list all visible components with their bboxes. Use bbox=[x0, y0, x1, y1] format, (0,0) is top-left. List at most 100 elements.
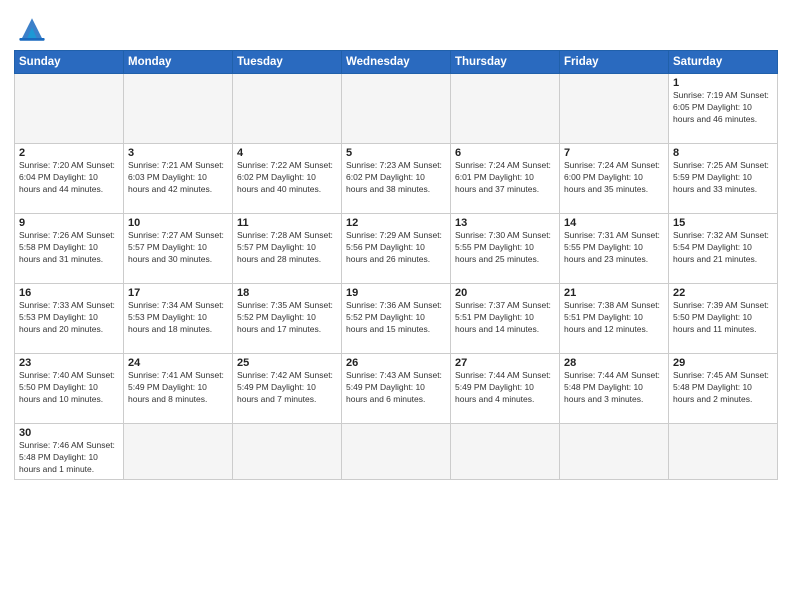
day-info: Sunrise: 7:22 AM Sunset: 6:02 PM Dayligh… bbox=[237, 160, 337, 196]
day-number: 17 bbox=[128, 287, 228, 299]
calendar-cell: 2Sunrise: 7:20 AM Sunset: 6:04 PM Daylig… bbox=[15, 144, 124, 214]
day-number: 1 bbox=[673, 77, 773, 89]
day-info: Sunrise: 7:45 AM Sunset: 5:48 PM Dayligh… bbox=[673, 370, 773, 406]
day-number: 6 bbox=[455, 147, 555, 159]
day-number: 16 bbox=[19, 287, 119, 299]
day-info: Sunrise: 7:24 AM Sunset: 6:00 PM Dayligh… bbox=[564, 160, 664, 196]
calendar-cell bbox=[560, 74, 669, 144]
day-number: 18 bbox=[237, 287, 337, 299]
day-number: 9 bbox=[19, 217, 119, 229]
calendar-cell: 12Sunrise: 7:29 AM Sunset: 5:56 PM Dayli… bbox=[342, 214, 451, 284]
weekday-row: Sunday Monday Tuesday Wednesday Thursday… bbox=[15, 51, 778, 74]
day-number: 4 bbox=[237, 147, 337, 159]
day-info: Sunrise: 7:44 AM Sunset: 5:49 PM Dayligh… bbox=[455, 370, 555, 406]
col-wednesday: Wednesday bbox=[342, 51, 451, 74]
day-number: 15 bbox=[673, 217, 773, 229]
calendar-cell: 22Sunrise: 7:39 AM Sunset: 5:50 PM Dayli… bbox=[669, 284, 778, 354]
day-info: Sunrise: 7:39 AM Sunset: 5:50 PM Dayligh… bbox=[673, 300, 773, 336]
calendar-cell: 8Sunrise: 7:25 AM Sunset: 5:59 PM Daylig… bbox=[669, 144, 778, 214]
day-number: 10 bbox=[128, 217, 228, 229]
day-info: Sunrise: 7:31 AM Sunset: 5:55 PM Dayligh… bbox=[564, 230, 664, 266]
day-number: 23 bbox=[19, 357, 119, 369]
day-info: Sunrise: 7:40 AM Sunset: 5:50 PM Dayligh… bbox=[19, 370, 119, 406]
day-info: Sunrise: 7:23 AM Sunset: 6:02 PM Dayligh… bbox=[346, 160, 446, 196]
calendar-cell bbox=[233, 74, 342, 144]
calendar-cell: 16Sunrise: 7:33 AM Sunset: 5:53 PM Dayli… bbox=[15, 284, 124, 354]
calendar: Sunday Monday Tuesday Wednesday Thursday… bbox=[14, 50, 778, 480]
day-info: Sunrise: 7:38 AM Sunset: 5:51 PM Dayligh… bbox=[564, 300, 664, 336]
col-monday: Monday bbox=[124, 51, 233, 74]
calendar-cell: 14Sunrise: 7:31 AM Sunset: 5:55 PM Dayli… bbox=[560, 214, 669, 284]
day-number: 13 bbox=[455, 217, 555, 229]
calendar-cell: 13Sunrise: 7:30 AM Sunset: 5:55 PM Dayli… bbox=[451, 214, 560, 284]
calendar-cell: 4Sunrise: 7:22 AM Sunset: 6:02 PM Daylig… bbox=[233, 144, 342, 214]
calendar-cell bbox=[124, 424, 233, 480]
day-info: Sunrise: 7:46 AM Sunset: 5:48 PM Dayligh… bbox=[19, 440, 119, 476]
calendar-cell bbox=[342, 424, 451, 480]
col-saturday: Saturday bbox=[669, 51, 778, 74]
day-info: Sunrise: 7:21 AM Sunset: 6:03 PM Dayligh… bbox=[128, 160, 228, 196]
page: Sunday Monday Tuesday Wednesday Thursday… bbox=[0, 0, 792, 612]
calendar-cell: 5Sunrise: 7:23 AM Sunset: 6:02 PM Daylig… bbox=[342, 144, 451, 214]
day-number: 25 bbox=[237, 357, 337, 369]
day-number: 21 bbox=[564, 287, 664, 299]
calendar-cell bbox=[15, 74, 124, 144]
col-sunday: Sunday bbox=[15, 51, 124, 74]
calendar-cell bbox=[451, 424, 560, 480]
day-number: 24 bbox=[128, 357, 228, 369]
header bbox=[14, 10, 778, 44]
day-info: Sunrise: 7:30 AM Sunset: 5:55 PM Dayligh… bbox=[455, 230, 555, 266]
day-info: Sunrise: 7:29 AM Sunset: 5:56 PM Dayligh… bbox=[346, 230, 446, 266]
day-info: Sunrise: 7:25 AM Sunset: 5:59 PM Dayligh… bbox=[673, 160, 773, 196]
calendar-cell: 27Sunrise: 7:44 AM Sunset: 5:49 PM Dayli… bbox=[451, 354, 560, 424]
calendar-cell: 15Sunrise: 7:32 AM Sunset: 5:54 PM Dayli… bbox=[669, 214, 778, 284]
day-info: Sunrise: 7:32 AM Sunset: 5:54 PM Dayligh… bbox=[673, 230, 773, 266]
calendar-cell: 23Sunrise: 7:40 AM Sunset: 5:50 PM Dayli… bbox=[15, 354, 124, 424]
day-number: 26 bbox=[346, 357, 446, 369]
day-info: Sunrise: 7:20 AM Sunset: 6:04 PM Dayligh… bbox=[19, 160, 119, 196]
day-number: 20 bbox=[455, 287, 555, 299]
day-number: 2 bbox=[19, 147, 119, 159]
calendar-cell: 10Sunrise: 7:27 AM Sunset: 5:57 PM Dayli… bbox=[124, 214, 233, 284]
day-number: 14 bbox=[564, 217, 664, 229]
day-info: Sunrise: 7:35 AM Sunset: 5:52 PM Dayligh… bbox=[237, 300, 337, 336]
calendar-body: 1Sunrise: 7:19 AM Sunset: 6:05 PM Daylig… bbox=[15, 74, 778, 480]
day-info: Sunrise: 7:33 AM Sunset: 5:53 PM Dayligh… bbox=[19, 300, 119, 336]
day-number: 27 bbox=[455, 357, 555, 369]
day-info: Sunrise: 7:34 AM Sunset: 5:53 PM Dayligh… bbox=[128, 300, 228, 336]
calendar-cell bbox=[233, 424, 342, 480]
calendar-cell: 24Sunrise: 7:41 AM Sunset: 5:49 PM Dayli… bbox=[124, 354, 233, 424]
day-number: 28 bbox=[564, 357, 664, 369]
calendar-cell: 25Sunrise: 7:42 AM Sunset: 5:49 PM Dayli… bbox=[233, 354, 342, 424]
day-number: 19 bbox=[346, 287, 446, 299]
day-info: Sunrise: 7:44 AM Sunset: 5:48 PM Dayligh… bbox=[564, 370, 664, 406]
day-number: 5 bbox=[346, 147, 446, 159]
day-number: 11 bbox=[237, 217, 337, 229]
calendar-cell bbox=[342, 74, 451, 144]
day-number: 12 bbox=[346, 217, 446, 229]
day-number: 22 bbox=[673, 287, 773, 299]
calendar-cell: 30Sunrise: 7:46 AM Sunset: 5:48 PM Dayli… bbox=[15, 424, 124, 480]
day-info: Sunrise: 7:19 AM Sunset: 6:05 PM Dayligh… bbox=[673, 90, 773, 126]
day-info: Sunrise: 7:26 AM Sunset: 5:58 PM Dayligh… bbox=[19, 230, 119, 266]
calendar-cell: 17Sunrise: 7:34 AM Sunset: 5:53 PM Dayli… bbox=[124, 284, 233, 354]
day-number: 8 bbox=[673, 147, 773, 159]
calendar-cell: 3Sunrise: 7:21 AM Sunset: 6:03 PM Daylig… bbox=[124, 144, 233, 214]
calendar-cell: 20Sunrise: 7:37 AM Sunset: 5:51 PM Dayli… bbox=[451, 284, 560, 354]
calendar-cell bbox=[560, 424, 669, 480]
col-thursday: Thursday bbox=[451, 51, 560, 74]
calendar-cell: 7Sunrise: 7:24 AM Sunset: 6:00 PM Daylig… bbox=[560, 144, 669, 214]
col-friday: Friday bbox=[560, 51, 669, 74]
logo-icon bbox=[14, 14, 50, 44]
calendar-cell: 11Sunrise: 7:28 AM Sunset: 5:57 PM Dayli… bbox=[233, 214, 342, 284]
day-info: Sunrise: 7:43 AM Sunset: 5:49 PM Dayligh… bbox=[346, 370, 446, 406]
day-number: 30 bbox=[19, 427, 119, 439]
calendar-cell: 1Sunrise: 7:19 AM Sunset: 6:05 PM Daylig… bbox=[669, 74, 778, 144]
calendar-cell: 19Sunrise: 7:36 AM Sunset: 5:52 PM Dayli… bbox=[342, 284, 451, 354]
day-number: 29 bbox=[673, 357, 773, 369]
calendar-cell bbox=[451, 74, 560, 144]
day-info: Sunrise: 7:36 AM Sunset: 5:52 PM Dayligh… bbox=[346, 300, 446, 336]
calendar-cell: 18Sunrise: 7:35 AM Sunset: 5:52 PM Dayli… bbox=[233, 284, 342, 354]
logo bbox=[14, 14, 54, 44]
day-number: 3 bbox=[128, 147, 228, 159]
